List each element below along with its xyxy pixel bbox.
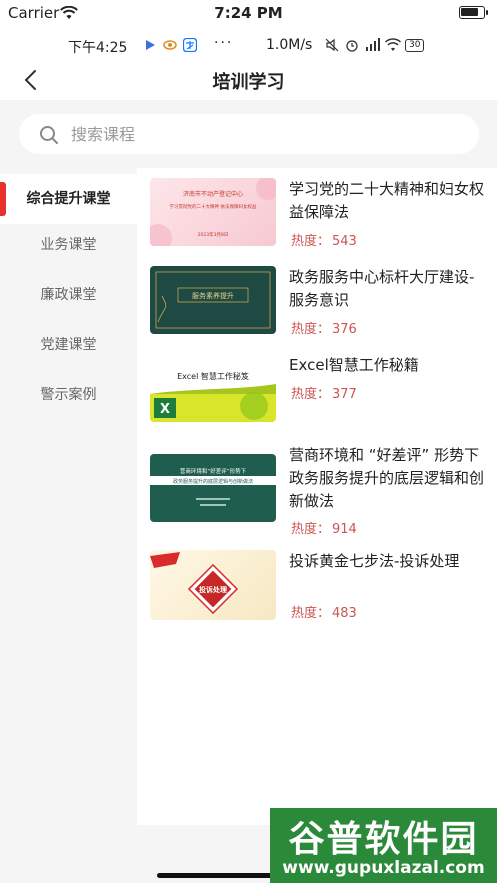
course-heat: 热度： 543 [289, 230, 357, 249]
thumb-text: 济南市不动产登记中心 [183, 190, 243, 198]
watermark: 谷普软件园 www.gupuxlazal.com [270, 808, 497, 883]
heat-label: 热度： [291, 606, 331, 621]
search-area [0, 100, 497, 168]
android-status-bar: 下午4:25 ··· 1.0M/s 30 [0, 30, 497, 60]
heat-label: 热度： [291, 322, 331, 337]
course-thumbnail: 投诉处理 [150, 550, 276, 620]
heat-value: 376 [332, 322, 357, 337]
more-notifications: ··· [214, 35, 234, 51]
ios-status-bar: Carrier 7:24 PM [0, 0, 497, 28]
heat-value: 543 [332, 234, 357, 249]
course-title: 投诉黄金七步法-投诉处理 [289, 552, 460, 570]
alarm-icon [345, 38, 359, 52]
thumb-text: 投诉处理 [199, 585, 227, 594]
thumb-text: 政务服务提升的底层逻辑与创新做法 [173, 478, 253, 485]
course-title: Excel智慧工作秘籍 [289, 356, 419, 374]
course-card[interactable]: 服务素养提升 政务服务中心标杆大厅建设-服务意识 热度： 376 [137, 256, 497, 344]
course-thumbnail: 服务素养提升 [150, 266, 276, 334]
sidebar-item-warning[interactable]: 警示案例 [0, 370, 137, 420]
svg-text:X: X [160, 402, 170, 417]
watermark-text: 谷普软件园 [288, 819, 479, 860]
watermark-url: www.gupuxlazal.com [282, 858, 485, 878]
course-heat: 热度： 377 [289, 383, 357, 402]
mute-icon [325, 38, 339, 52]
network-speed: 1.0M/s [266, 37, 313, 53]
course-title: 学习党的二十大精神和妇女权益保障法 [289, 180, 485, 221]
heat-label: 热度： [291, 234, 331, 249]
heat-label: 热度： [291, 522, 331, 537]
thumb-text: 2023年3月8日 [198, 231, 229, 238]
heat-value: 377 [332, 387, 357, 402]
play-icon [143, 38, 157, 52]
thumb-text: Excel 智慧工作秘笈 [177, 371, 249, 381]
sidebar-item-comprehensive[interactable]: 综合提升课堂 [0, 174, 137, 224]
sidebar-item-business[interactable]: 业务课堂 [0, 220, 137, 270]
heat-label: 热度： [291, 387, 331, 402]
course-thumbnail: 济南市不动产登记中心 学习贯彻党的二十大精神 依法保障妇女权益 2023年3月8… [150, 178, 276, 246]
navigation-bar: 培训学习 [0, 60, 497, 100]
course-card[interactable]: 济南市不动产登记中心 学习贯彻党的二十大精神 依法保障妇女权益 2023年3月8… [137, 168, 497, 256]
course-list: 济南市不动产登记中心 学习贯彻党的二十大精神 依法保障妇女权益 2023年3月8… [137, 168, 497, 825]
thumb-text: 学习贯彻党的二十大精神 依法保障妇女权益 [170, 203, 257, 210]
course-heat: 热度： 483 [289, 602, 357, 621]
thumb-text: 服务素养提升 [192, 291, 234, 300]
course-heat: 热度： 914 [289, 518, 357, 537]
heat-value: 483 [332, 606, 357, 621]
system-icons: 30 [325, 38, 425, 52]
signal-icon [365, 38, 380, 52]
course-title: 政务服务中心标杆大厅建设-服务意识 [289, 268, 475, 309]
sidebar-item-party[interactable]: 党建课堂 [0, 320, 137, 370]
sidebar-item-integrity[interactable]: 廉政课堂 [0, 270, 137, 320]
alipay-icon [182, 37, 198, 53]
course-card[interactable]: 营商环境和“好差评”形势下 政务服务提升的底层逻辑与创新做法 营商环境和 “好差… [137, 432, 497, 544]
thumb-text: 营商环境和“好差评”形势下 [180, 467, 247, 475]
battery-indicator: 30 [405, 38, 425, 52]
search-box[interactable] [19, 114, 479, 154]
category-sidebar: 综合提升课堂 业务课堂 廉政课堂 党建课堂 警示案例 [0, 168, 137, 825]
notification-icons [143, 37, 198, 53]
android-time: 下午4:25 [68, 40, 128, 56]
course-heat: 热度： 376 [289, 318, 357, 337]
course-card[interactable]: 投诉处理 投诉黄金七步法-投诉处理 热度： 483 [137, 544, 497, 632]
course-title: 营商环境和 “好差评” 形势下政务服务提升的底层逻辑和创新做法 [289, 446, 485, 510]
page-title: 培训学习 [212, 72, 285, 93]
status-time: 7:24 PM [214, 4, 283, 22]
course-thumbnail: Excel 智慧工作秘笈 X [150, 354, 276, 422]
heat-value: 914 [332, 522, 357, 537]
course-card[interactable]: Excel 智慧工作秘笈 X Excel智慧工作秘籍 热度： 377 [137, 344, 497, 432]
eye-icon [163, 38, 177, 52]
search-icon [39, 125, 59, 149]
course-thumbnail: 营商环境和“好差评”形势下 政务服务提升的底层逻辑与创新做法 [150, 454, 276, 522]
search-input[interactable] [71, 114, 451, 154]
wifi-icon-android [384, 38, 402, 52]
battery-icon [459, 6, 488, 19]
